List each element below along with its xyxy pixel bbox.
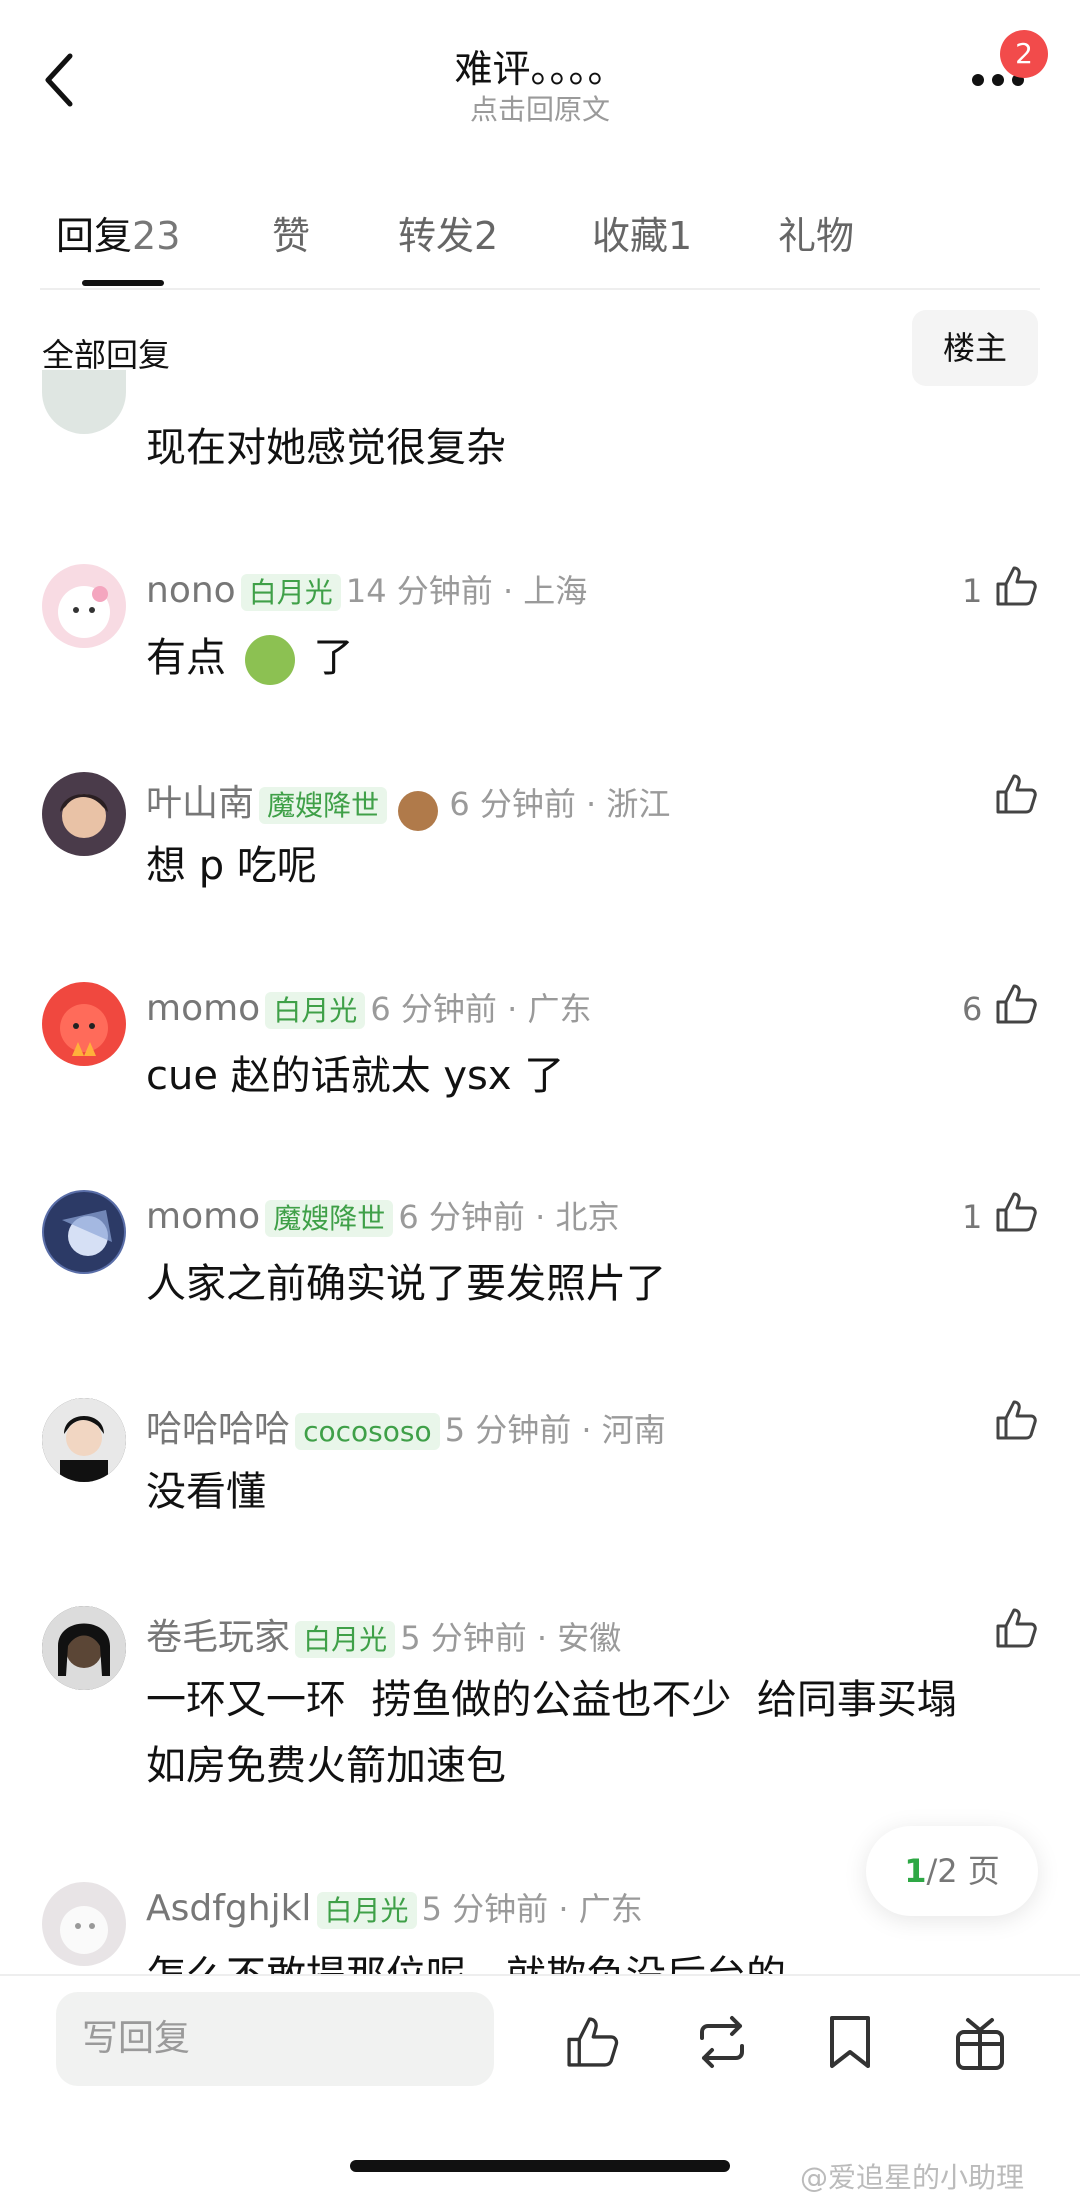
tab-label: 礼物 (778, 214, 855, 258)
page-indicator[interactable]: 1/2 页 (866, 1826, 1038, 1916)
like-count: 1 (962, 572, 983, 610)
comment-text: 现在对她感觉很复杂 (146, 425, 506, 471)
tab-count: 23 (132, 214, 181, 258)
username[interactable]: Asdfghjkl (146, 1888, 311, 1929)
active-tab-indicator (82, 280, 164, 286)
comment-text: 没看懂 (146, 1469, 266, 1515)
username[interactable]: momo (146, 988, 260, 1029)
comment-header: 卷毛玩家 白月光 5 分钟前 · 安徽 (146, 1608, 621, 1660)
watermark: @爱追星的小助理 (800, 2161, 1025, 2194)
comment-header: momo 魔嫂降世 6 分钟前 · 北京 (146, 1192, 619, 1238)
comment-text: 人家之前确实说了要发照片了 (146, 1261, 666, 1307)
comment-text: 有点 了 (146, 626, 353, 690)
tab-label: 回复 (56, 214, 133, 258)
timestamp-location: 14 分钟前 · 上海 (345, 572, 588, 610)
like-icon[interactable] (994, 982, 1038, 1026)
timestamp-location: 6 分钟前 · 广东 (370, 990, 592, 1028)
avatar[interactable] (42, 370, 126, 434)
fan-tag: 白月光 (240, 574, 341, 611)
timestamp-location: 6 分钟前 · 北京 (398, 1198, 620, 1236)
username[interactable]: 卷毛玩家 (146, 1617, 290, 1658)
view-original-link[interactable]: 点击回原文 (0, 88, 1080, 128)
divider (40, 288, 1040, 290)
tab-label: 赞 (272, 214, 311, 258)
comment-text: 怎么不敢提那位呢，就欺负没后台的 (146, 1944, 786, 1974)
username[interactable]: momo (146, 1196, 260, 1237)
tab-gifts[interactable]: 礼物 (778, 205, 854, 260)
username[interactable]: nono (146, 570, 236, 611)
like-icon[interactable] (994, 1190, 1038, 1234)
like-icon[interactable] (994, 564, 1038, 608)
total-pages: /2 页 (926, 1852, 1000, 1890)
tab-replies[interactable]: 回复23 (56, 205, 180, 260)
avatar[interactable] (42, 1398, 126, 1482)
timestamp-location: 6 分钟前 · 浙江 (449, 785, 671, 823)
like-icon[interactable] (994, 772, 1038, 816)
medal-icon (398, 790, 439, 831)
like-count: 6 (962, 990, 983, 1028)
current-page: 1 (904, 1852, 927, 1890)
tab-reposts[interactable]: 转发2 (398, 205, 498, 260)
fan-tag: 魔嫂降世 (259, 787, 388, 824)
tab-label: 转发 (398, 214, 475, 258)
tab-label: 收藏 (592, 214, 669, 258)
comment-text-prefix: 有点 (146, 635, 226, 681)
like-icon[interactable] (994, 1398, 1038, 1442)
username[interactable]: 哈哈哈哈 (146, 1409, 290, 1450)
comment-header: nono 白月光 14 分钟前 · 上海 (146, 566, 587, 612)
tab-favorites[interactable]: 收藏1 (592, 205, 692, 260)
comment-header: 哈哈哈哈 cocososo 5 分钟前 · 河南 (146, 1400, 666, 1452)
fan-tag: 白月光 (265, 992, 366, 1029)
avatar[interactable] (42, 982, 126, 1066)
timestamp-location: 5 分钟前 · 河南 (444, 1411, 666, 1449)
fan-tag: 魔嫂降世 (265, 1200, 394, 1237)
reply-input[interactable]: 写回复 (56, 1992, 494, 2086)
fan-tag: 白月光 (316, 1892, 417, 1929)
comment-header: momo 白月光 6 分钟前 · 广东 (146, 984, 591, 1030)
comment-text-suffix: 了 (313, 635, 354, 681)
avatar[interactable] (42, 1190, 126, 1274)
timestamp-location: 5 分钟前 · 安徽 (400, 1619, 622, 1657)
home-indicator (350, 2160, 730, 2172)
gift-icon[interactable] (952, 2012, 1008, 2076)
like-icon[interactable] (994, 1606, 1038, 1650)
comment-text: cue 赵的话就太 ysx 了 (146, 1053, 565, 1099)
tab-likes[interactable]: 赞 (272, 205, 310, 260)
avatar[interactable] (42, 772, 126, 856)
nauseated-face-icon (244, 635, 295, 685)
notification-badge: 2 (1000, 30, 1048, 78)
like-icon[interactable] (564, 2014, 620, 2074)
fan-tag: 白月光 (295, 1621, 396, 1658)
tab-count: 2 (474, 214, 499, 258)
avatar[interactable] (42, 1882, 126, 1966)
page-title: 难评。。。。 (454, 47, 626, 91)
tab-count: 1 (668, 214, 693, 258)
bookmark-icon[interactable] (826, 2012, 874, 2076)
avatar[interactable] (42, 564, 126, 648)
timestamp-location: 5 分钟前 · 广东 (421, 1890, 643, 1928)
owner-filter-button[interactable]: 楼主 (912, 310, 1038, 386)
comment-text: 想 p 吃呢 (146, 843, 317, 889)
username[interactable]: 叶山南 (146, 783, 254, 824)
comment-header: 叶山南 魔嫂降世 6 分钟前 · 浙江 (146, 774, 670, 831)
repost-icon[interactable] (692, 2014, 752, 2074)
avatar[interactable] (42, 1606, 126, 1690)
comment-text-line: 如房免费火箭加速包 (146, 1743, 506, 1789)
comment-header: Asdfghjkl 白月光 5 分钟前 · 广东 (146, 1884, 643, 1930)
fan-tag: cocososo (295, 1413, 440, 1450)
comment-text-line: 一环又一环 捞鱼做的公益也不少 给同事买塌 (146, 1677, 957, 1723)
like-count: 1 (962, 1198, 983, 1236)
